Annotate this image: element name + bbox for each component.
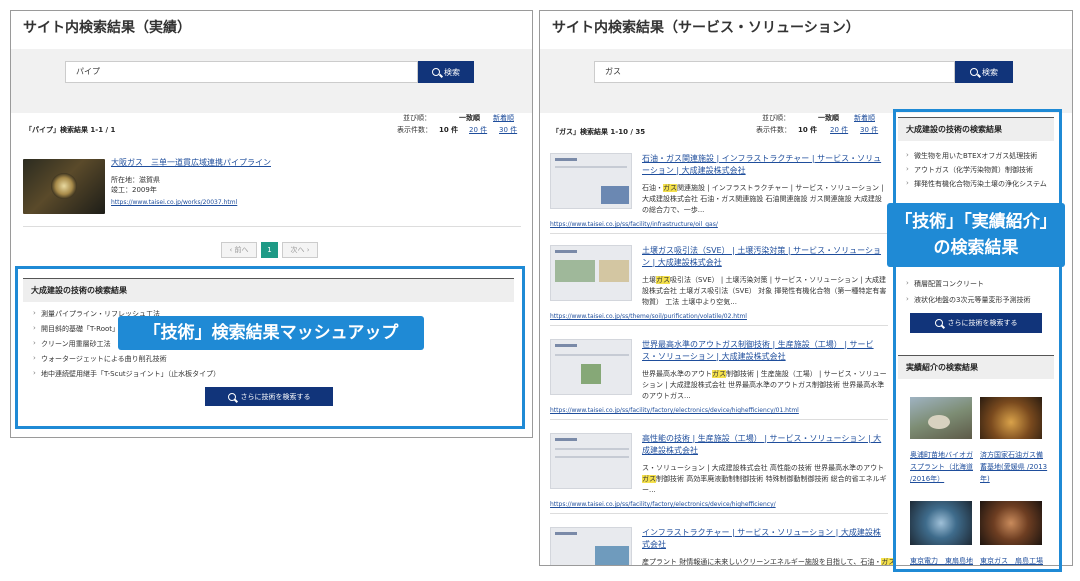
divider	[550, 325, 888, 326]
result-title-link[interactable]: 石油・ガス関連施設 | インフラストラクチャー | サービス・ソリューション |…	[642, 153, 888, 177]
annotation-callout: 「技術」「実績紹介」 の検索結果	[887, 203, 1065, 267]
highlight-frame	[893, 109, 1062, 572]
result-url-link[interactable]: https://www.taisei.co.jp/works/20037.htm…	[111, 199, 237, 206]
annotation-callout-line2: の検索結果	[933, 238, 1019, 258]
result-url-link[interactable]: https://www.taisei.co.jp/ss/facility/inf…	[550, 221, 718, 228]
per-page-label: 表示件数：	[397, 126, 432, 134]
list-item: 土壌ガス吸引法（SVE） | 土壌汚染対策 | サービス・ソリューション | 大…	[550, 245, 888, 326]
divider	[550, 513, 888, 514]
divider	[23, 226, 521, 227]
result-thumbnail[interactable]	[23, 159, 105, 214]
result-title-link[interactable]: 世界最高水準のアウトガス制御技術 | 生産施設（工場） | サービス・ソリューシ…	[642, 339, 888, 363]
sort-label: 並び順：	[403, 114, 431, 122]
search-button[interactable]: 検索	[955, 61, 1013, 83]
pager: ‹ 前へ 1 次へ ›	[221, 242, 341, 258]
result-thumbnail[interactable]	[550, 339, 632, 395]
divider	[550, 233, 888, 234]
result-url-link[interactable]: https://www.taisei.co.jp/ss/facility/fac…	[550, 407, 799, 414]
sort-newest-link[interactable]: 新着順	[854, 113, 875, 123]
search-icon	[432, 68, 440, 76]
search-input[interactable]: パイプ	[65, 61, 418, 83]
sort-label: 並び順：	[762, 114, 790, 122]
result-options: 並び順： 一致順 新着順 表示件数： 10 件 20 件 30 件	[397, 113, 528, 141]
list-item: 高性能の技術 | 生産施設（工場） | サービス・ソリューション | 大成建設株…	[550, 433, 888, 514]
result-thumbnail[interactable]	[550, 245, 632, 301]
result-url-link[interactable]: https://www.taisei.co.jp/ss/theme/soil/p…	[550, 313, 747, 320]
result-description: 産プラント 財情報通に未来しいクリーンエネルギー施設を目指して、石油・ガス	[642, 558, 896, 566]
result-thumbnail[interactable]	[550, 527, 632, 565]
pager-prev-button[interactable]: ‹ 前へ	[221, 242, 257, 258]
search-icon	[970, 68, 978, 76]
result-description: 土壌ガス吸引法（SVE） | 土壌汚染対策 | サービス・ソリューション | 大…	[642, 276, 887, 306]
per-page-label: 表示件数：	[756, 126, 791, 134]
page-title: サイト内検索結果（実績）	[23, 20, 191, 36]
result-count: 「パイプ」検索結果 1-1 / 1	[25, 126, 116, 134]
result-title-link[interactable]: 大阪ガス 三单一道貫広域連携パイプライン	[111, 157, 271, 168]
result-options: 並び順： 一致順 新着順 表示件数： 10 件 20 件 30 件	[756, 113, 887, 141]
annotation-callout: 「技術」検索結果マッシュアップ	[118, 316, 424, 350]
result-location: 所在地：滋賀県	[111, 176, 160, 184]
search-button-label: 検索	[444, 67, 460, 77]
result-title-link[interactable]: 土壌ガス吸引法（SVE） | 土壌汚染対策 | サービス・ソリューション | 大…	[642, 245, 888, 269]
pager-next-button[interactable]: 次へ ›	[282, 242, 318, 258]
divider	[550, 419, 888, 420]
result-thumbnail[interactable]	[550, 153, 632, 209]
list-item: 石油・ガス関連施設 | インフラストラクチャー | サービス・ソリューション |…	[550, 153, 888, 234]
result-completed: 竣工：2009年	[111, 186, 157, 194]
search-button-label: 検索	[982, 67, 998, 77]
per-page-20-link[interactable]: 20 件	[830, 125, 848, 135]
result-count: 「ガス」検索結果 1-10 / 35	[552, 128, 646, 136]
per-page-30-link[interactable]: 30 件	[499, 125, 517, 135]
sort-active: 一致順	[818, 114, 839, 122]
page-title: サイト内検索結果（サービス・ソリューション）	[552, 20, 860, 36]
per-page-active: 10 件	[798, 126, 818, 134]
search-band: ガス 検索	[540, 49, 1072, 113]
result-url-link[interactable]: https://www.taisei.co.jp/ss/facility/fac…	[550, 501, 776, 508]
result-title-link[interactable]: インフラストラクチャー | サービス・ソリューション | 大成建設株式会社	[642, 527, 888, 551]
result-title-link[interactable]: 高性能の技術 | 生産施設（工場） | サービス・ソリューション | 大成建設株…	[642, 433, 888, 457]
list-item: インフラストラクチャー | サービス・ソリューション | 大成建設株式会社 産プ…	[550, 527, 896, 566]
sort-newest-link[interactable]: 新着順	[493, 113, 514, 123]
per-page-active: 10 件	[439, 126, 459, 134]
result-thumbnail[interactable]	[550, 433, 632, 489]
sort-active: 一致順	[459, 114, 480, 122]
result-description: 石油・ガス関連施設 | インフラストラクチャー | サービス・ソリューション |…	[642, 184, 884, 214]
search-band: パイプ 検索	[11, 49, 532, 113]
list-item: 世界最高水準のアウトガス制御技術 | 生産施設（工場） | サービス・ソリューシ…	[550, 339, 888, 420]
per-page-20-link[interactable]: 20 件	[469, 125, 487, 135]
per-page-30-link[interactable]: 30 件	[860, 125, 878, 135]
pager-page-1[interactable]: 1	[261, 242, 278, 258]
result-description: 世界最高水準のアウトガス制御技術 | 生産施設（工場） | サービス・ソリューシ…	[642, 370, 887, 400]
search-input[interactable]: ガス	[594, 61, 955, 83]
result-description: ス・ソリューション | 大成建設株式会社 高性能の技術 世界最高水準のアウトガス…	[642, 464, 887, 494]
search-button[interactable]: 検索	[418, 61, 474, 83]
annotation-callout-line1: 「技術」「実績紹介」	[895, 212, 1057, 232]
